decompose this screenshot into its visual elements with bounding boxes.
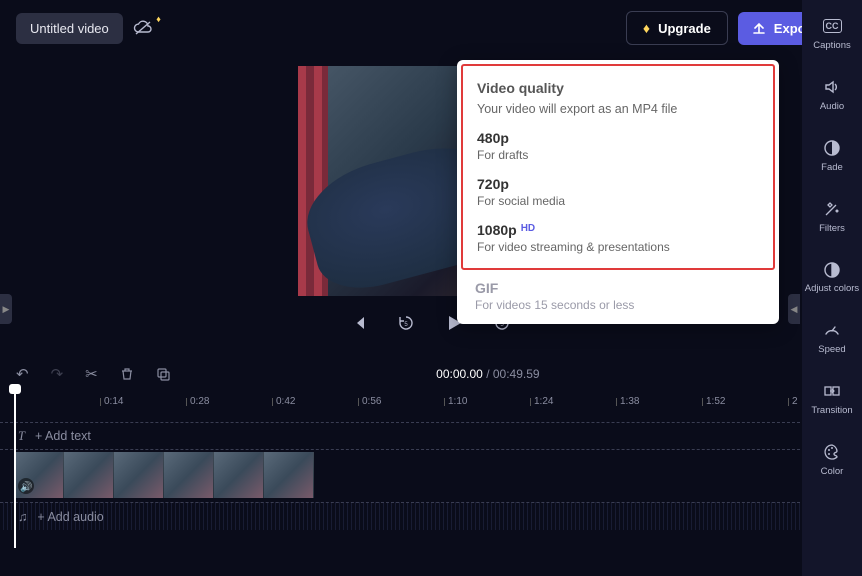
premium-diamond-icon: ♦ [156,14,161,24]
svg-text:5: 5 [404,322,408,328]
sidebar-item-speed[interactable]: Speed [802,316,862,359]
captions-icon: CC [823,16,842,36]
video-clip[interactable] [14,452,64,498]
adjust-icon [823,260,841,280]
dropdown-heading: Video quality [477,80,759,96]
right-sidebar: CC Captions Audio Fade Filters Adjust co… [802,0,862,576]
scissors-icon[interactable]: ✂ [85,365,98,383]
timeline-toolbar: ↶ ↷ ✂ 00:00.00 / 00:49.59 [0,356,800,392]
crown-icon: ♦ [643,20,650,36]
video-clip[interactable] [214,452,264,498]
text-icon: T [18,429,25,444]
sidebar-item-adjust-colors[interactable]: Adjust colors [802,256,862,298]
palette-icon [823,442,841,462]
highlighted-quality-section: Video quality Your video will export as … [461,64,775,270]
top-bar: Untitled video ♦ ♦ Upgrade Export ▾ [0,0,862,56]
video-clip[interactable] [264,452,314,498]
sidebar-item-audio[interactable]: Audio [802,73,862,116]
sidebar-item-fade[interactable]: Fade [802,134,862,177]
text-track[interactable]: T + Add text [0,422,800,450]
trash-icon[interactable] [120,367,134,381]
audio-track-placeholder: + Add audio [37,510,103,524]
undo-icon[interactable]: ↶ [16,365,29,383]
dropdown-subheading: Your video will export as an MP4 file [477,102,759,116]
video-clip[interactable] [64,452,114,498]
sidebar-item-captions[interactable]: CC Captions [802,12,862,55]
quality-option-720p[interactable]: 720p For social media [477,176,759,208]
video-track[interactable] [0,450,800,502]
project-title[interactable]: Untitled video [16,13,123,44]
sidebar-item-color[interactable]: Color [802,438,862,481]
playhead[interactable] [14,388,16,548]
redo-icon[interactable]: ↷ [51,365,64,383]
quality-option-480p[interactable]: 480p For drafts [477,130,759,162]
expand-right-panel[interactable]: ◀ [788,294,800,324]
filters-icon [823,199,841,219]
video-clip[interactable] [114,452,164,498]
speed-icon [823,320,841,340]
rewind-5-icon[interactable]: 5 [397,314,415,332]
music-icon: ♫ [18,510,27,524]
fade-icon [823,138,841,158]
track-area: T + Add text ♫ + Add audio [0,422,800,530]
video-clip[interactable] [164,452,214,498]
expand-left-panel[interactable]: ▶ [0,294,12,324]
duplicate-icon[interactable] [156,367,170,381]
sidebar-item-filters[interactable]: Filters [802,195,862,238]
hd-badge: HD [521,223,535,234]
upload-icon [752,21,766,35]
timeline-ruler[interactable]: 0:14 0:28 0:42 0:56 1:10 1:24 1:38 1:52 … [0,392,800,422]
transition-icon [823,381,841,401]
audio-track[interactable]: ♫ + Add audio [0,502,800,530]
quality-option-1080p[interactable]: 1080pHD For video streaming & presentati… [477,222,759,254]
speaker-icon [823,77,841,97]
quality-option-gif[interactable]: GIF For videos 15 seconds or less [457,270,779,312]
cloud-sync-icon[interactable]: ♦ [133,20,153,36]
text-track-placeholder: + Add text [35,429,91,443]
timecode: 00:00.00 / 00:49.59 [436,367,539,381]
export-quality-dropdown: Video quality Your video will export as … [457,60,779,324]
upgrade-label: Upgrade [658,21,711,36]
skip-start-icon[interactable] [351,315,367,331]
upgrade-button[interactable]: ♦ Upgrade [626,11,728,45]
sidebar-item-transition[interactable]: Transition [802,377,862,420]
